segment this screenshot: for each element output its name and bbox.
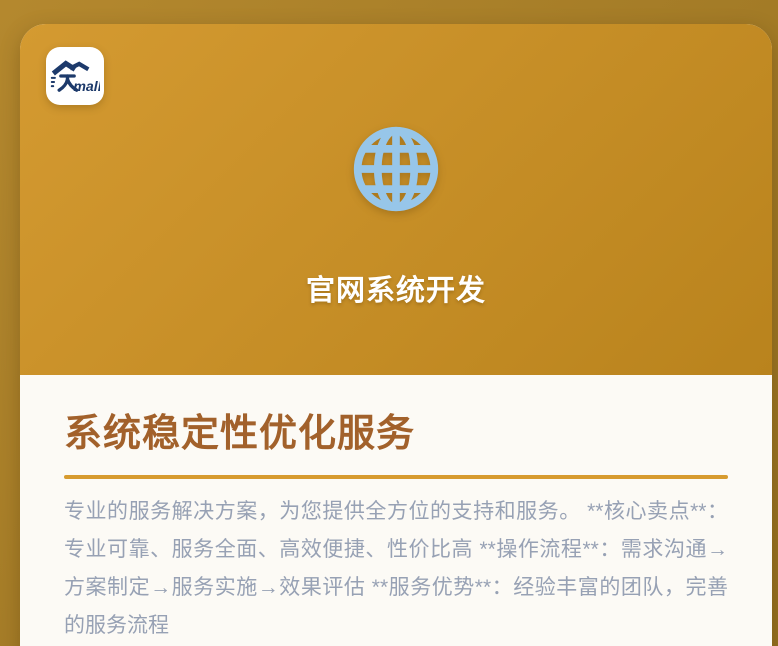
amall-app-logo[interactable]: mall bbox=[46, 47, 104, 105]
card-body: 系统稳定性优化服务 专业的服务解决方案，为您提供全方位的支持和服务。 **核心卖… bbox=[20, 375, 772, 645]
service-description: 专业的服务解决方案，为您提供全方位的支持和服务。 **核心卖点**：专业可靠、服… bbox=[64, 493, 728, 645]
globe-icon bbox=[350, 123, 442, 215]
page-background: { "header": { "title": "官网系统开发", "logo_t… bbox=[0, 0, 778, 646]
amall-logo-icon: mall bbox=[50, 56, 100, 96]
service-card: mall 官网系统开发 系统稳定性优化服务 专业的服务解决方案，为您提供全方位的… bbox=[20, 24, 772, 646]
service-heading: 系统稳定性优化服务 bbox=[64, 415, 728, 455]
card-header: mall 官网系统开发 bbox=[20, 24, 772, 375]
page-title: 官网系统开发 bbox=[20, 267, 772, 309]
logo-text: mall bbox=[73, 79, 100, 95]
heading-divider bbox=[64, 475, 728, 479]
